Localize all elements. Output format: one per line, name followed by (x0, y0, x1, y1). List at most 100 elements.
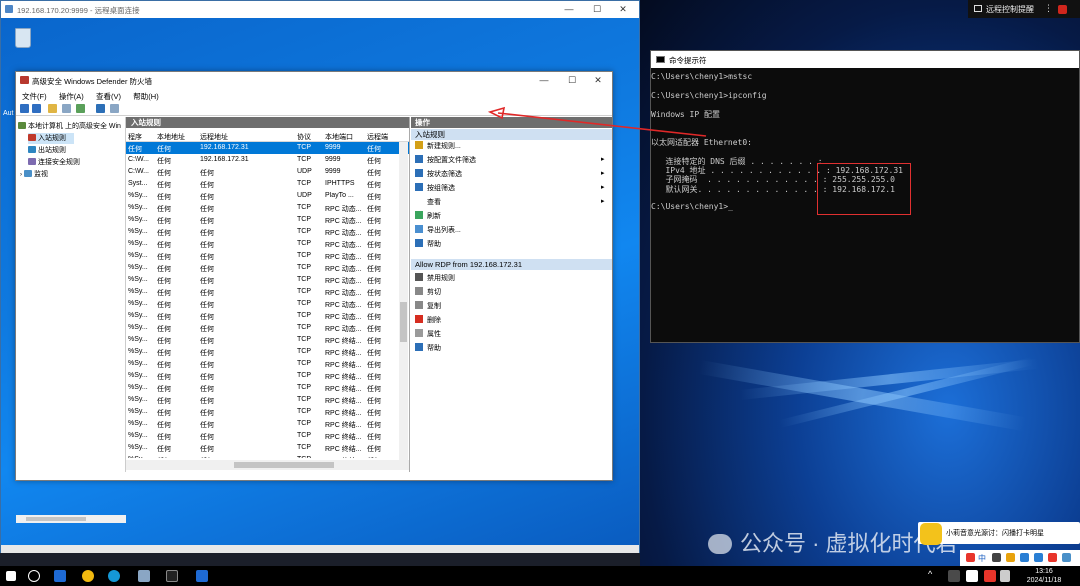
table-row[interactable]: %Sy... 任何 任何 TCP RPC 动态... 任何 (126, 298, 409, 310)
rdp-taskbar-icon[interactable] (138, 570, 150, 582)
action-item[interactable]: 属性 (415, 329, 441, 341)
table-row[interactable]: C:\W... 任何 任何 UDP 9999 任何 (126, 166, 409, 178)
minimize-button[interactable]: — (530, 72, 558, 89)
action-item[interactable]: 刷新 (415, 211, 610, 223)
maximize-button[interactable]: ☐ (583, 1, 611, 18)
table-row[interactable]: %Sy...任何任何TCPRPC 终结...任何 (126, 406, 409, 418)
column-header-remote-port[interactable]: 远程端 (367, 132, 397, 142)
action-item[interactable]: 禁用规则 (415, 273, 455, 285)
action-item[interactable]: 帮助 (415, 239, 610, 251)
table-row[interactable]: %Sy...任何任何TCPRPC 终结...任何 (126, 454, 409, 458)
tree-item-root[interactable]: 本地计算机 上的高级安全 Win (18, 121, 121, 132)
table-row[interactable]: %Sy... 任何 任何 TCP RPC 动态... 任何 (126, 250, 409, 262)
table-row[interactable]: %Sy... 任何 任何 TCP RPC 动态... 任何 (126, 262, 409, 274)
table-row[interactable]: %Sy...任何任何TCPRPC 终结...任何 (126, 382, 409, 394)
windows-start-icon[interactable] (6, 571, 16, 581)
back-icon[interactable] (20, 104, 29, 113)
table-row[interactable]: Syst... 任何 任何 TCP IPHTTPS 任何 (126, 178, 409, 190)
keyboard-icon[interactable] (1034, 553, 1043, 562)
action-item[interactable]: 按组筛选 ▸ (415, 183, 610, 195)
sogou-taskbar-icon[interactable] (984, 570, 996, 582)
expand-chevron-icon[interactable]: › (20, 172, 22, 178)
cmd-title-bar[interactable]: 命令提示符 (651, 51, 1079, 68)
rdp-title-bar[interactable]: 192.168.170.20:9999 - 远程桌面连接 — ☐ ✕ (1, 1, 639, 18)
mic-icon[interactable] (1020, 553, 1029, 562)
action-item[interactable]: 查看 ▸ (415, 197, 610, 209)
network-icon[interactable] (948, 570, 960, 582)
emoji-icon[interactable] (1006, 553, 1015, 562)
rules-vertical-scrollbar[interactable] (399, 142, 408, 460)
edge-icon[interactable] (108, 570, 120, 582)
table-row[interactable]: %Sy...任何任何TCPRPC 终结...任何 (126, 430, 409, 442)
table-row[interactable]: %Sy... 任何 任何 TCP RPC 动态... 任何 (126, 238, 409, 250)
table-row[interactable]: %Sy... 任何 任何 TCP RPC 动态... 任何 (126, 310, 409, 322)
sogou-icon[interactable] (966, 553, 975, 562)
recycle-bin-shortcut[interactable] (9, 26, 39, 56)
table-row[interactable]: %Sy...任何任何TCPRPC 终结...任何 (126, 442, 409, 454)
action-item[interactable]: 帮助 (415, 343, 441, 355)
export-icon[interactable] (76, 104, 85, 113)
ime-mode[interactable]: 中 (978, 553, 986, 564)
tree-item-connection-security[interactable]: 连接安全规则 (28, 157, 80, 168)
show-action-pane-icon[interactable] (110, 104, 119, 113)
table-row[interactable]: %Sy...任何任何TCPRPC 终结...任何 (126, 346, 409, 358)
up-folder-icon[interactable] (48, 104, 57, 113)
toolbox-icon[interactable] (1062, 553, 1071, 562)
column-header-program[interactable]: 程序 (128, 132, 154, 142)
punctuation-icon[interactable] (992, 553, 1001, 562)
table-row[interactable]: %Sy...任何任何TCPRPC 终结...任何 (126, 358, 409, 370)
skin-icon[interactable] (1048, 553, 1057, 562)
table-row[interactable]: 任何 任何 192.168.172.31 TCP 9999 任何 (126, 142, 409, 154)
table-row[interactable]: %Sy... 任何 任何 TCP RPC 动态... 任何 (126, 286, 409, 298)
chrome-icon[interactable] (82, 570, 94, 582)
table-row[interactable]: %Sy... 任何 任何 TCP RPC 动态... 任何 (126, 202, 409, 214)
show-hide-tree-icon[interactable] (62, 104, 71, 113)
table-cell: 任何 (367, 362, 381, 369)
action-item[interactable]: 导出列表... (415, 225, 610, 237)
table-row[interactable]: %Sy... 任何 任何 TCP RPC 动态... 任何 (126, 322, 409, 334)
firewall-title-bar[interactable]: 高级安全 Windows Defender 防火墙 — ☐ ✕ (16, 72, 612, 89)
table-row[interactable]: %Sy...任何任何TCPRPC 终结...任何 (126, 370, 409, 382)
volume-icon[interactable] (1000, 570, 1010, 582)
tree-item-inbound-rules[interactable]: 入站规则 (28, 133, 74, 144)
tree-item-outbound-rules[interactable]: 出站规则 (28, 145, 66, 156)
more-icon[interactable]: ⋮ (1044, 3, 1053, 14)
table-row[interactable]: %Sy... 任何 任何 UDP PlayTo ... 任何 (126, 190, 409, 202)
forward-icon[interactable] (32, 104, 41, 113)
maximize-button[interactable]: ☐ (558, 72, 586, 89)
table-row[interactable]: C:\W... 任何 192.168.172.31 TCP 9999 任何 (126, 154, 409, 166)
actions-section-selected-rule[interactable]: Allow RDP from 192.168.172.31 (411, 259, 612, 270)
action-item[interactable]: 按配置文件筛选 ▸ (415, 155, 610, 167)
table-row[interactable]: %Sy... 任何 任何 TCP RPC 动态... 任何 (126, 214, 409, 226)
table-row[interactable]: %Sy...任何任何TCPRPC 终结...任何 (126, 394, 409, 406)
minimize-button[interactable]: — (555, 1, 583, 18)
tree-horizontal-scrollbar[interactable] (16, 515, 126, 523)
help-icon[interactable] (96, 104, 105, 113)
action-item[interactable]: 按状态筛选 ▸ (415, 169, 610, 181)
column-header-local-port[interactable]: 本地端口 (325, 132, 365, 142)
action-item[interactable]: 删除 (415, 315, 441, 327)
app-taskbar-icon[interactable] (196, 570, 208, 582)
notification-toast[interactable]: 小莉音意光源讨：闪播打卡明星 (918, 522, 1080, 545)
input-icon[interactable] (966, 570, 978, 582)
close-button[interactable]: ✕ (584, 72, 612, 89)
taskbar-clock[interactable]: 13:16 2024/11/18 (1014, 567, 1074, 585)
close-button[interactable]: ✕ (609, 1, 637, 18)
table-row[interactable]: %Sy... 任何 任何 TCP RPC 动态... 任何 (126, 226, 409, 238)
table-row[interactable]: %Sy... 任何 任何 TCP RPC 动态... 任何 (126, 274, 409, 286)
action-item[interactable]: 复制 (415, 301, 441, 313)
remote-app-icon[interactable] (54, 570, 66, 582)
rules-horizontal-scrollbar[interactable] (126, 460, 409, 470)
cmd-taskbar-icon[interactable] (166, 570, 178, 582)
action-item[interactable]: 新建规则... (415, 141, 610, 153)
remote-control-notice-bar[interactable]: 远程控制提醒 ⋮ (968, 0, 1080, 18)
chevron-up-icon[interactable]: ^ (928, 569, 940, 581)
action-item[interactable]: 剪切 (415, 287, 441, 299)
table-row[interactable]: %Sy...任何任何TCPRPC 终结...任何 (126, 334, 409, 346)
tree-item-monitoring[interactable]: › 监视 (20, 169, 48, 180)
column-header-remote-address[interactable]: 远程地址 (200, 132, 296, 142)
search-icon[interactable] (28, 570, 40, 582)
column-header-local-address[interactable]: 本地地址 (157, 132, 197, 142)
column-header-protocol[interactable]: 协议 (297, 132, 323, 142)
table-row[interactable]: %Sy...任何任何TCPRPC 终结...任何 (126, 418, 409, 430)
